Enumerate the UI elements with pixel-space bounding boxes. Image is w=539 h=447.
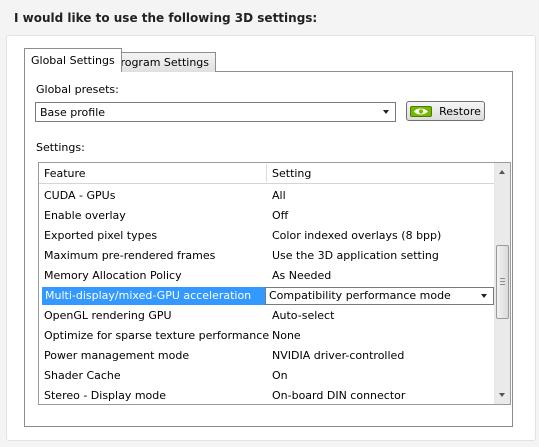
feature-cell: Multi-display/mixed-GPU acceleration [42,287,266,305]
table-header: Feature Setting [39,163,494,184]
feature-cell: OpenGL rendering GPU [44,309,172,322]
table-row[interactable]: CUDA - GPUs All [39,186,494,206]
tab-global-settings[interactable]: Global Settings [24,48,122,72]
global-presets-dropdown[interactable]: Base profile [35,102,396,122]
table-row[interactable]: Shader Cache On [39,366,494,386]
feature-cell: CUDA - GPUs [44,189,116,202]
column-header-setting[interactable]: Setting [272,163,311,183]
scroll-up-arrow-icon[interactable] [499,170,505,174]
feature-cell: Maximum pre-rendered frames [44,249,216,262]
table-row[interactable]: Power management mode NVIDIA driver-cont… [39,346,494,366]
feature-cell: Optimize for sparse texture performance [44,329,270,342]
restore-label: Restore [439,104,481,118]
grip-line [500,278,505,279]
feature-cell: Exported pixel types [44,229,158,242]
table-row[interactable]: Exported pixel types Color indexed overl… [39,226,494,246]
column-divider [266,164,267,182]
tab-program-settings[interactable]: Program Settings [107,52,217,72]
table-row[interactable]: OpenGL rendering GPU Auto-select [39,306,494,326]
table-row[interactable]: Optimize for sparse texture performance … [39,326,494,346]
table-row[interactable]: Maximum pre-rendered frames Use the 3D a… [39,246,494,266]
table-row[interactable]: Memory Allocation Policy As Needed [39,266,494,286]
setting-cell: As Needed [272,269,332,282]
settings-table: Feature Setting CUDA - GPUs All Enable o… [38,162,511,405]
table-body: CUDA - GPUs All Enable overlay Off Expor… [39,186,494,404]
feature-cell: Enable overlay [44,209,126,222]
feature-cell: Stereo - Display mode [44,389,167,402]
settings-label: Settings: [36,141,85,154]
setting-cell: NVIDIA driver-controlled [272,349,405,362]
grip-line [500,281,505,282]
table-row-selected[interactable]: Multi-display/mixed-GPU acceleration Com… [39,286,494,306]
global-presets-value: Base profile [40,105,106,119]
setting-cell: Auto-select [272,309,335,322]
table-row[interactable]: Stereo - Display mode On-board DIN conne… [39,386,494,404]
restore-button[interactable]: Restore [406,101,485,121]
setting-cell: All [272,189,286,202]
column-header-feature[interactable]: Feature [44,163,86,183]
chevron-down-icon [481,294,487,298]
nvidia-logo-icon [410,105,433,117]
setting-cell: Use the 3D application setting [272,249,439,262]
setting-cell: None [272,329,301,342]
table-row[interactable]: Enable overlay Off [39,206,494,226]
setting-cell: Off [272,209,289,222]
feature-cell: Power management mode [44,349,190,362]
global-presets-label: Global presets: [36,83,119,96]
setting-dropdown[interactable]: Compatibility performance mode [265,287,494,305]
setting-cell: Color indexed overlays (8 bpp) [272,229,442,242]
setting-dropdown-value: Compatibility performance mode [269,289,451,302]
page-heading: I would like to use the following 3D set… [14,11,318,25]
scroll-down-arrow-icon[interactable] [499,393,505,397]
setting-cell: On [272,369,288,382]
grip-line [500,284,505,285]
setting-cell: On-board DIN connector [272,389,406,402]
chevron-down-icon [383,110,389,114]
feature-cell: Memory Allocation Policy [44,269,182,282]
scrollbar-thumb[interactable] [496,245,509,319]
feature-cell: Shader Cache [44,369,121,382]
vertical-scrollbar[interactable] [494,163,510,404]
